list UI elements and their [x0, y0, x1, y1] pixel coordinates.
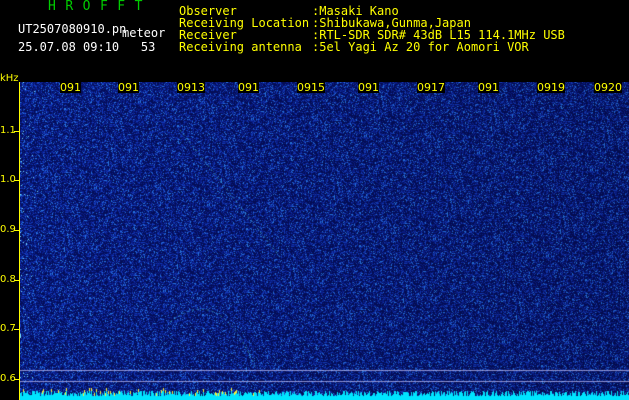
- x-tick-label: 091: [238, 81, 259, 94]
- x-tick-label: 0915: [297, 81, 325, 94]
- spectrogram-canvas: [20, 82, 629, 400]
- x-tick-label: 0920: [594, 81, 622, 94]
- x-tick-label: 091: [60, 81, 81, 94]
- x-tick-label: 091: [478, 81, 499, 94]
- y-tick-mark: [14, 379, 19, 380]
- info-label-antenna: Receiving antenna: [179, 40, 302, 54]
- mode-label: meteor: [122, 26, 166, 40]
- y-tick-mark: [14, 131, 19, 132]
- x-tick-label: 0913: [177, 81, 205, 94]
- y-tick-mark: [14, 280, 19, 281]
- app-logo: HROFFT: [48, 0, 152, 14]
- file-name: UT2507080910.pn: [18, 22, 127, 36]
- x-tick-label: 091: [118, 81, 139, 94]
- y-unit-label: kHz: [0, 73, 19, 84]
- x-tick-label: 0919: [537, 81, 565, 94]
- info-value-antenna: :5el Yagi Az 20 for Aomori VOR: [312, 40, 529, 54]
- y-tick-mark: [14, 329, 19, 330]
- x-tick-label: 091: [358, 81, 379, 94]
- timestamp: 25.07.08 09:10 53: [18, 41, 155, 53]
- y-axis-line: [19, 82, 20, 400]
- y-tick-mark: [14, 180, 19, 181]
- x-tick-label: 0917: [417, 81, 445, 94]
- sec-value: 53: [140, 40, 156, 54]
- timestamp-text: 25.07.08 09:10: [18, 40, 120, 54]
- y-tick-mark: [14, 230, 19, 231]
